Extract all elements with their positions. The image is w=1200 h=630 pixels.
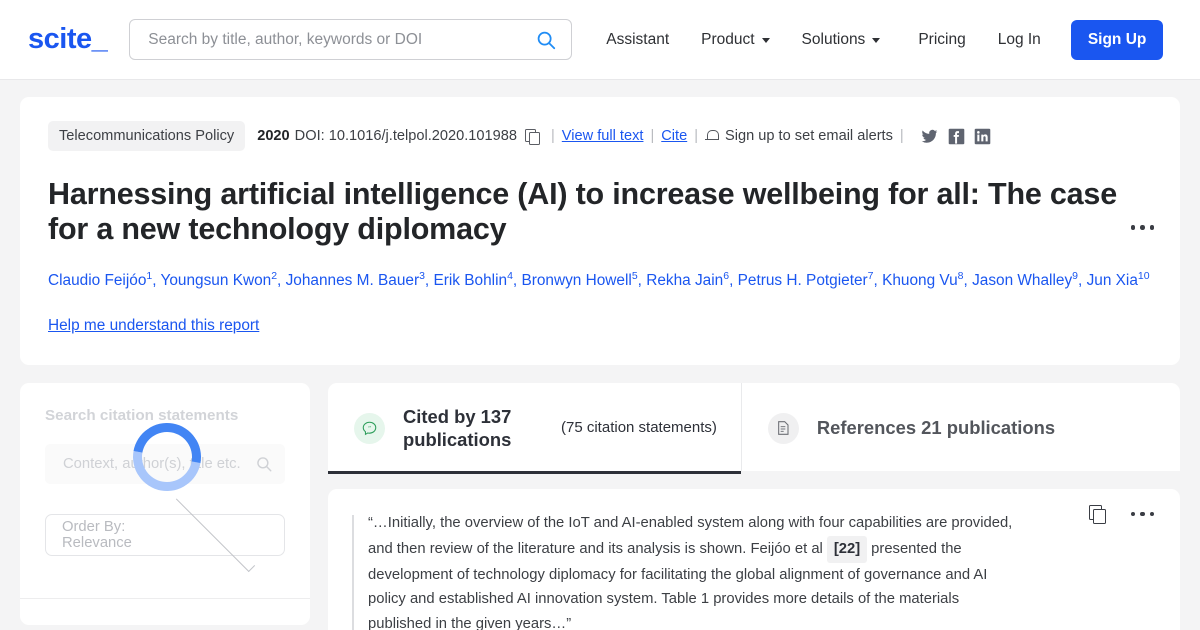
document-icon [767, 412, 799, 444]
author[interactable]: Khuong Vu [882, 272, 958, 289]
sidebar-title: Search citation statements [45, 406, 239, 424]
author[interactable]: Petrus H. Potgieter [738, 272, 868, 289]
scite-logo[interactable]: scite_ [28, 23, 108, 56]
article-meta-row: Telecommunications Policy 2020 DOI: 10.1… [48, 121, 1152, 151]
svg-text:”: ” [368, 425, 371, 432]
facebook-icon[interactable] [948, 128, 965, 145]
twitter-icon[interactable] [920, 128, 939, 145]
author[interactable]: Claudio Feijóo [48, 272, 146, 289]
lower-section: Search citation statements Context, auth… [0, 365, 1200, 630]
email-alerts-link[interactable]: Sign up to set email alerts [725, 128, 893, 144]
social-links [920, 128, 991, 145]
search-icon[interactable] [255, 455, 273, 473]
tab-bar: ” Cited by 137 publications (75 citation… [328, 382, 1180, 475]
order-by-value: Order By: Relevance [62, 518, 132, 551]
nav-item-product[interactable]: Product [685, 31, 785, 49]
main-nav: Assistant Product Solutions Pricing Log … [590, 19, 1164, 60]
sign-up-button[interactable]: Sign Up [1070, 19, 1164, 60]
author[interactable]: Rekha Jain [646, 272, 723, 289]
citation-search-sidebar: Search citation statements Context, auth… [20, 382, 310, 625]
tab-references-label: References 21 publications [816, 417, 1056, 439]
doi-text: DOI: 10.1016/j.telpol.2020.101988 [294, 128, 517, 144]
quote-bubble-icon: ” [354, 412, 385, 444]
divider: | [694, 128, 698, 144]
journal-badge[interactable]: Telecommunications Policy [48, 121, 246, 151]
nav-item-pricing[interactable]: Pricing [896, 31, 981, 49]
quote-bar [352, 515, 354, 630]
chevron-down-icon [175, 492, 256, 573]
publication-year: 2020 [257, 128, 290, 144]
help-understand-link[interactable]: Help me understand this report [48, 317, 259, 335]
reference-badge[interactable]: [22] [826, 535, 868, 563]
divider: | [551, 128, 555, 144]
author[interactable]: Jason Whalley [972, 272, 1072, 289]
view-full-text-link[interactable]: View full text [562, 128, 644, 144]
site-header: scite_ Assistant Product Solutions Prici… [0, 0, 1200, 80]
citations-panel: ” Cited by 137 publications (75 citation… [328, 382, 1180, 630]
chevron-down-icon [761, 38, 770, 43]
more-options-icon[interactable] [1130, 511, 1154, 517]
author[interactable]: Erik Bohlin [433, 272, 507, 289]
search-icon[interactable] [535, 29, 557, 51]
page-body: Telecommunications Policy 2020 DOI: 10.1… [0, 80, 1200, 365]
nav-label: Pricing [918, 30, 966, 48]
card-actions [1088, 505, 1154, 524]
nav-label: Product [701, 30, 755, 48]
nav-label: Solutions [801, 30, 866, 48]
tab-cited-by[interactable]: ” Cited by 137 publications (75 citation… [328, 382, 742, 475]
citation-quote: “…Initially, the overview of the IoT and… [368, 511, 1018, 630]
article-card: Telecommunications Policy 2020 DOI: 10.1… [20, 97, 1180, 365]
author-affiliation: 10 [1137, 269, 1150, 282]
nav-item-solutions[interactable]: Solutions [786, 31, 897, 49]
bell-icon[interactable] [705, 129, 719, 143]
chevron-down-icon [872, 38, 881, 43]
author[interactable]: Johannes M. Bauer [286, 272, 419, 289]
divider: | [899, 128, 904, 144]
divider: | [650, 128, 655, 144]
citation-statement-card: “…Initially, the overview of the IoT and… [328, 489, 1180, 630]
nav-item-assistant[interactable]: Assistant [590, 31, 685, 49]
search-input[interactable] [148, 30, 536, 49]
author-list: Claudio Feijóo1, Youngsun Kwon2, Johanne… [48, 269, 1150, 289]
cite-link[interactable]: Cite [661, 128, 687, 144]
global-search[interactable] [129, 19, 573, 60]
tab-references[interactable]: References 21 publications [742, 383, 1079, 472]
author[interactable]: Jun Xia [1087, 272, 1138, 289]
quote-block: “…Initially, the overview of the IoT and… [352, 511, 1154, 630]
article-more-options-icon[interactable] [1130, 225, 1154, 230]
divider [20, 597, 310, 599]
author[interactable]: Bronwyn Howell [521, 272, 631, 289]
copy-icon[interactable] [525, 129, 540, 145]
tab-cited-by-label: Cited by 137 publications [403, 405, 512, 451]
author[interactable]: Youngsun Kwon [161, 272, 272, 289]
order-by-select[interactable]: Order By: Relevance [45, 492, 285, 573]
tab-cited-by-sublabel: (75 citation statements) [561, 419, 717, 437]
page-title: Harnessing artificial intelligence (AI) … [48, 177, 1117, 246]
copy-icon[interactable] [1088, 505, 1106, 524]
nav-label: Assistant [606, 30, 670, 48]
linkedin-icon[interactable] [974, 128, 991, 145]
nav-item-login[interactable]: Log In [982, 31, 1057, 49]
nav-label: Log In [997, 30, 1041, 48]
